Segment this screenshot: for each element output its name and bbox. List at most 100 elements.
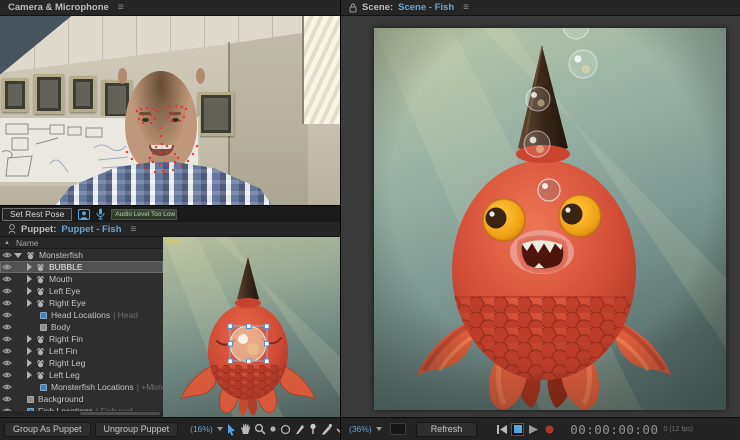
refresh-button[interactable]: Refresh (416, 422, 478, 437)
puppet-icon (36, 275, 45, 284)
origin-label: Origin (164, 238, 183, 245)
tree-row-right-leg[interactable]: Right Leg (0, 357, 163, 369)
scene-canvas[interactable] (374, 28, 726, 410)
visibility-eye-icon[interactable] (0, 371, 14, 379)
dragger-tool-icon[interactable] (321, 421, 333, 437)
timecode-display: 00:00:00:00 (570, 422, 658, 437)
expander-closed-icon[interactable] (27, 359, 32, 367)
expander-closed-icon[interactable] (27, 263, 32, 271)
hand-tool-icon[interactable] (240, 421, 251, 437)
tree-row-monsterfish[interactable]: Monsterfish (0, 249, 163, 261)
puppet-panel-body: ▲ Name MonsterfishBUBBLEMouthLeft EyeRig… (0, 237, 340, 417)
circle-tool-icon[interactable] (280, 421, 291, 437)
go-to-start-button[interactable] (495, 423, 508, 436)
puppet-preview-canvas[interactable]: Origin (163, 237, 340, 417)
tree-row-monsterfish-locations[interactable]: Monsterfish Locations| +Monsterfish (0, 381, 163, 393)
scene-panel-title: Scene: (362, 2, 393, 13)
visibility-eye-icon[interactable] (0, 263, 14, 271)
set-rest-pose-button[interactable]: Set Rest Pose (2, 208, 72, 221)
expander-closed-icon[interactable] (27, 275, 32, 283)
ear (196, 68, 205, 84)
panel-menu-icon[interactable]: ≡ (463, 2, 469, 13)
puppet-panel-header: Puppet: Puppet - Fish ≡ (0, 222, 340, 237)
app-window: Camera & Microphone ≡ (0, 0, 740, 440)
scrollbar-thumb[interactable] (80, 412, 160, 415)
tree-name-column-header[interactable]: ▲ Name (0, 237, 163, 249)
microphone-input-icon[interactable] (96, 208, 105, 220)
visibility-eye-icon[interactable] (0, 335, 14, 343)
puppet-panel-title: Puppet: (21, 224, 56, 235)
blue-square-icon (40, 312, 47, 319)
expander-closed-icon[interactable] (27, 335, 32, 343)
expander-closed-icon[interactable] (27, 287, 32, 295)
select-tool-icon[interactable] (226, 421, 237, 437)
panel-menu-icon[interactable]: ≡ (118, 2, 124, 13)
picture-frame (34, 74, 64, 114)
puppet-zoom-level[interactable]: (16%) (190, 424, 213, 434)
expander-closed-icon[interactable] (27, 371, 32, 379)
selection-box[interactable] (163, 237, 340, 417)
point-tool-icon[interactable] (269, 421, 277, 437)
audio-warning-text: Audio Level Too Low (115, 211, 175, 218)
tree-row-label: Mouth (49, 274, 73, 284)
scene-zoom-level[interactable]: (36%) (349, 424, 372, 434)
tree-row-bubble[interactable]: BUBBLE (0, 261, 163, 273)
tree-row-right-fin[interactable]: Right Fin (0, 333, 163, 345)
pin-tool-icon[interactable] (308, 421, 318, 437)
fish-scene-artwork (374, 28, 726, 410)
tree-row-mouth[interactable]: Mouth (0, 273, 163, 285)
visibility-eye-icon[interactable] (0, 287, 14, 295)
tree-row-left-fin[interactable]: Left Fin (0, 345, 163, 357)
tree-row-right-eye[interactable]: Right Eye (0, 297, 163, 309)
visibility-eye-icon[interactable] (0, 299, 14, 307)
scene-toolbar: (36%) Refresh 00:00:00:00 0 (12 fps) (341, 417, 740, 440)
visibility-eye-icon[interactable] (0, 347, 14, 355)
scene-name-link[interactable]: Scene - Fish (398, 2, 454, 13)
visibility-eye-icon[interactable] (0, 311, 14, 319)
tree-row-label: Body (51, 322, 70, 332)
record-button[interactable] (543, 423, 556, 436)
puppet-icon (36, 371, 45, 380)
tree-row-label: Background (38, 394, 83, 404)
tree-row-body[interactable]: Body (0, 321, 163, 333)
visibility-eye-icon[interactable] (0, 359, 14, 367)
visibility-eye-icon[interactable] (0, 383, 14, 391)
visibility-eye-icon[interactable] (0, 251, 14, 259)
visibility-eye-icon[interactable] (0, 323, 14, 331)
background-color-swatch[interactable] (390, 423, 406, 435)
gray-square-icon (40, 324, 47, 331)
tree-row-background[interactable]: Background (0, 393, 163, 405)
rest-pose-bar: Set Rest Pose Audio Level Too Low (0, 205, 340, 222)
ungroup-puppet-button[interactable]: Ungroup Puppet (95, 422, 179, 437)
panel-menu-icon[interactable]: ≡ (131, 224, 137, 235)
puppet-name-link[interactable]: Puppet - Fish (61, 224, 121, 235)
tree-row-left-eye[interactable]: Left Eye (0, 285, 163, 297)
visibility-eye-icon[interactable] (0, 395, 14, 403)
tree-row-label: Head Locations (51, 310, 110, 320)
stick-tool-icon[interactable] (294, 421, 305, 437)
play-button[interactable] (527, 423, 540, 436)
stop-button[interactable] (511, 423, 524, 436)
zoom-tool-icon[interactable] (254, 421, 266, 437)
blue-square-icon (40, 384, 47, 391)
group-as-puppet-button[interactable]: Group As Puppet (4, 422, 91, 437)
picture-frame (198, 92, 234, 136)
tree-row-label: Left Fin (49, 346, 77, 356)
puppet-icon (36, 335, 45, 344)
expander-closed-icon[interactable] (27, 299, 32, 307)
tree-row-left-leg[interactable]: Left Leg (0, 369, 163, 381)
expander-open-icon[interactable] (14, 253, 22, 258)
puppet-toolbar: Group As Puppet Ungroup Puppet (16%) (0, 417, 340, 440)
zoom-dropdown-icon[interactable] (376, 427, 382, 431)
zoom-dropdown-icon[interactable] (217, 427, 223, 431)
tree-row-head-locations[interactable]: Head Locations| Head (0, 309, 163, 321)
camera-panel-title: Camera & Microphone (8, 2, 109, 13)
puppet-icon (36, 359, 45, 368)
visibility-eye-icon[interactable] (0, 275, 14, 283)
ear (118, 68, 127, 84)
camera-input-icon[interactable] (78, 209, 90, 220)
scene-viewport (341, 16, 740, 417)
expander-closed-icon[interactable] (27, 347, 32, 355)
tree-horizontal-scrollbar[interactable] (0, 411, 163, 416)
puppet-icon (36, 299, 45, 308)
